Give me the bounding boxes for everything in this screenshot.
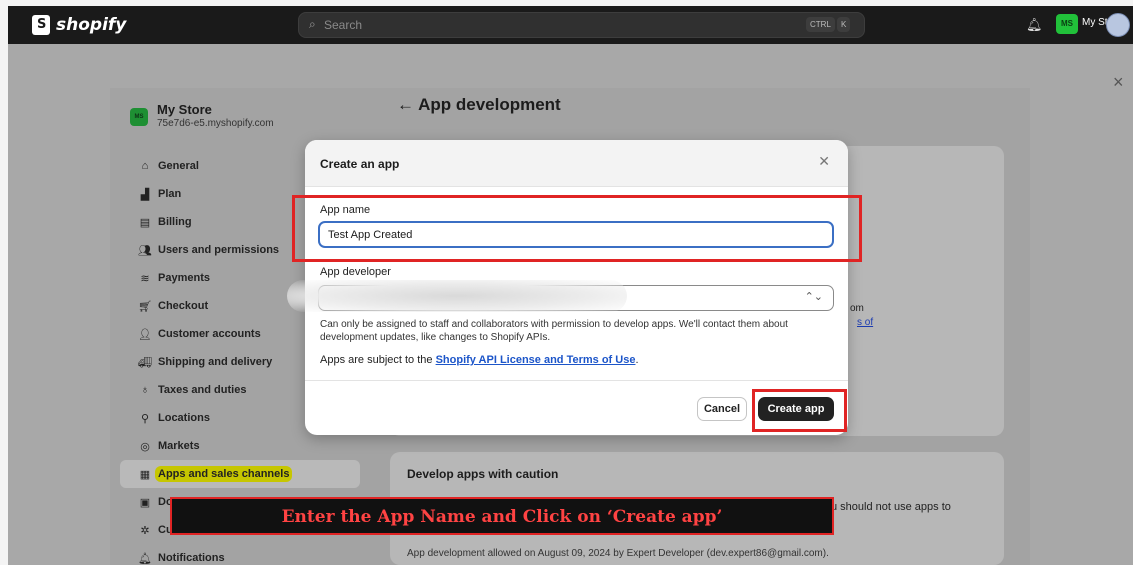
cancel-button[interactable]: Cancel <box>697 397 747 421</box>
sidebar-item-label: General <box>158 160 199 172</box>
sidebar-item-label: Notifications <box>158 552 225 564</box>
terms-prefix: Apps are subject to the <box>320 354 433 366</box>
sidebar-item-label: Locations <box>158 412 210 424</box>
bell-icon: 🔔︎ <box>138 552 152 565</box>
redacted-value <box>287 280 627 312</box>
app-developer-select[interactable]: ⌃⌄ <box>287 280 834 312</box>
search-input[interactable]: ⌕ Search CTRL K <box>298 12 865 38</box>
sidebar-item-label: Checkout <box>158 300 209 312</box>
terms-suffix: . <box>635 354 639 366</box>
top-bar: shopify ⌕ Search CTRL K 🔔︎ MS My Store <box>8 6 1133 44</box>
notification-bell-icon[interactable]: 🔔︎ <box>1026 17 1043 33</box>
instruction-caption: Enter the App Name and Click on ‘Create … <box>170 497 834 535</box>
logo-text: shopify <box>56 15 127 35</box>
create-button-highlight-box <box>752 389 847 432</box>
cart-icon: 🛒︎ <box>138 300 152 313</box>
close-settings-icon[interactable]: × <box>1113 72 1124 93</box>
payments-icon: ≋ <box>140 272 150 285</box>
customer-events-icon: ✲ <box>140 524 150 537</box>
caution-title: Develop apps with caution <box>407 467 559 481</box>
store-icon: ⌂ <box>141 160 149 172</box>
truck-icon: 🚚︎ <box>138 356 152 369</box>
page-title-text: App development <box>418 95 561 114</box>
sidebar-item-label: Plan <box>158 188 182 200</box>
modal-divider <box>305 380 848 381</box>
shopify-bag-icon <box>32 15 50 35</box>
app-developer-label: App developer <box>320 266 391 278</box>
modal-header: Create an app ✕ <box>305 140 848 187</box>
close-icon[interactable]: ✕ <box>818 153 830 170</box>
shortcut-ctrl-key: CTRL <box>806 17 835 32</box>
sidebar-item-label: Shipping and delivery <box>158 356 273 368</box>
instruction-caption-text: Enter the App Name and Click on ‘Create … <box>281 507 723 527</box>
search-icon: ⌕ <box>309 17 316 31</box>
developer-help-text: Can only be assigned to staff and collab… <box>320 319 788 343</box>
sidebar-item-label: Markets <box>158 440 200 452</box>
sidebar-item-label: Users and permissions <box>158 244 280 256</box>
search-placeholder: Search <box>324 18 363 32</box>
sidebar-item-notifications[interactable]: 🔔︎ Notifications <box>120 544 365 565</box>
page-title: ← App development <box>397 95 561 115</box>
camera-overlay-icon <box>1106 13 1130 37</box>
globe-icon: ◎ <box>140 440 150 453</box>
location-icon: ⚲ <box>140 412 150 425</box>
sidebar-item-label: Apps and sales channels <box>155 466 293 482</box>
sidebar-item-label: Billing <box>158 216 192 228</box>
store-domain: 75e7d6-e5.myshopify.com <box>157 118 274 129</box>
shortcut-k-key: K <box>837 17 851 32</box>
sidebar-item-markets[interactable]: ◎ Markets <box>120 432 365 460</box>
terms-text: Apps are subject to the Shopify API Lice… <box>320 354 639 366</box>
domains-icon: ▣ <box>139 496 151 509</box>
caution-note: App development allowed on August 09, 20… <box>407 548 829 559</box>
card-link-fragment[interactable]: s of <box>857 317 873 328</box>
select-caret-icon: ⌃⌄ <box>804 291 823 303</box>
taxes-icon: ♁ <box>140 384 150 396</box>
store-avatar: MS <box>130 108 148 126</box>
person-icon: 👤︎ <box>138 328 152 341</box>
app-name-highlight-box <box>292 195 862 262</box>
shopify-logo[interactable]: shopify <box>32 15 126 35</box>
terms-link[interactable]: Shopify API License and Terms of Use <box>436 354 636 366</box>
users-icon: 👥︎ <box>138 244 152 257</box>
sidebar-item-label: Customer accounts <box>158 328 261 340</box>
apps-icon: ▦ <box>139 468 151 481</box>
store-name: My Store <box>157 102 212 117</box>
card-text-fragment: om <box>850 303 864 314</box>
sidebar-item-label: Payments <box>158 272 210 284</box>
avatar[interactable]: MS <box>1056 14 1078 34</box>
chart-icon: ▟ <box>140 188 150 201</box>
screenshot-frame: shopify ⌕ Search CTRL K 🔔︎ MS My Store ×… <box>0 0 1133 565</box>
billing-icon: ▤ <box>139 216 151 229</box>
caution-text-fragment: u should not use apps to <box>831 501 951 513</box>
sidebar-item-apps[interactable]: ▦ Apps and sales channels <box>120 460 360 488</box>
back-arrow-icon[interactable]: ← <box>397 95 414 114</box>
modal-title: Create an app <box>320 157 400 171</box>
sidebar-item-label: Taxes and duties <box>158 384 247 396</box>
